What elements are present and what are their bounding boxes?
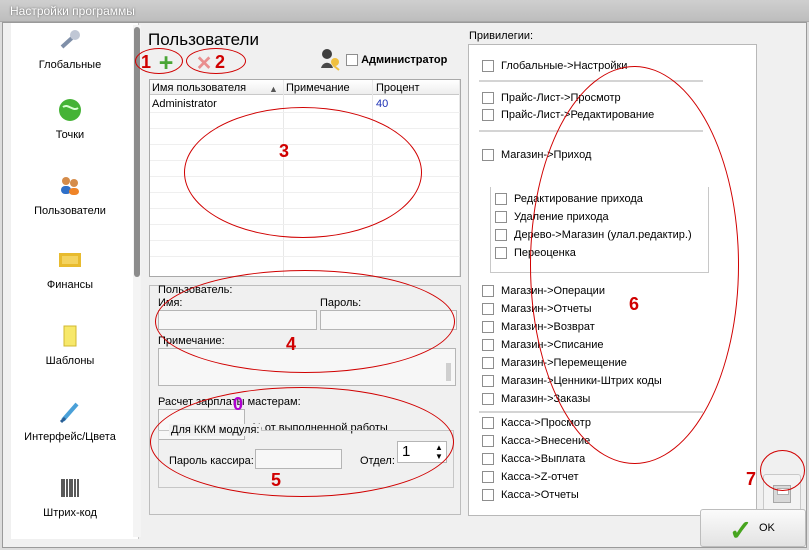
checkbox[interactable] — [482, 357, 494, 370]
globe-icon — [59, 99, 81, 121]
privilege-label: Касса->Внесение — [501, 435, 591, 447]
checkbox[interactable] — [482, 109, 494, 122]
column-header-user[interactable]: Имя пользователя — [152, 82, 246, 94]
title-bar: Настройки программы — [0, 0, 809, 22]
column-header-percent[interactable]: Процент — [376, 82, 420, 94]
sidebar-item-finance[interactable]: Финансы — [11, 247, 129, 291]
privileges-title: Привилегии: — [469, 30, 534, 42]
settings-sidebar: Глобальные Точки Пользователи Финансы Ша… — [11, 23, 141, 539]
privilege-checkbox[interactable]: Глобальные->Настройки — [482, 60, 628, 73]
cell-user-name[interactable]: Administrator — [152, 98, 217, 110]
annotation-number: 0 — [233, 394, 244, 414]
annotation-number: 4 — [286, 334, 297, 354]
checkbox[interactable] — [482, 489, 494, 502]
sidebar-item-label: Точки — [55, 129, 85, 141]
sidebar-item-label: Финансы — [46, 279, 94, 291]
checkbox[interactable] — [482, 285, 494, 298]
checkbox[interactable] — [482, 92, 494, 105]
annotation-ellipse-6 — [530, 66, 739, 464]
cell-percent[interactable]: 40 — [376, 98, 388, 110]
checkbox[interactable] — [482, 321, 494, 334]
checkbox[interactable] — [495, 211, 507, 224]
checkbox[interactable] — [482, 60, 494, 73]
annotation-ellipse-4 — [155, 270, 455, 373]
annotation-ellipse-3 — [184, 107, 422, 238]
window-title: Настройки программы — [10, 4, 135, 18]
checkbox[interactable] — [495, 229, 507, 242]
checkbox[interactable] — [482, 435, 494, 448]
barcode-icon — [61, 479, 79, 497]
note-icon — [63, 325, 77, 347]
page-title: Пользователи — [148, 30, 259, 49]
privilege-label: Глобальные->Настройки — [501, 60, 628, 72]
brush-icon — [59, 402, 79, 424]
sidebar-item-global[interactable]: Глобальные — [11, 27, 129, 71]
ok-label: OK — [759, 522, 775, 534]
admin-checkbox[interactable] — [346, 54, 358, 67]
sidebar-item-templates[interactable]: Шаблоны — [11, 323, 129, 367]
sidebar-item-users[interactable]: Пользователи — [11, 173, 129, 217]
wrench-icon — [60, 30, 80, 49]
sidebar-item-label: Глобальные — [38, 59, 102, 71]
sidebar-item-interface[interactable]: Интерфейс/Цвета — [11, 399, 129, 443]
checkbox[interactable] — [482, 453, 494, 466]
privilege-label: Касса->Выплата — [501, 453, 586, 465]
annotation-number: 1 — [141, 52, 152, 72]
privilege-label: Касса->Отчеты — [501, 489, 579, 501]
sort-arrow-icon: ▲ — [269, 84, 278, 94]
sidebar-item-barcode[interactable]: Штрих-код — [11, 475, 129, 519]
sidebar-item-label: Штрих-код — [43, 507, 97, 519]
admin-checkbox-group[interactable]: Администратор — [346, 54, 448, 67]
settings-window: Глобальные Точки Пользователи Финансы Ша… — [2, 22, 807, 548]
privilege-checkbox[interactable]: Касса->Отчеты — [482, 489, 579, 502]
checkbox[interactable] — [482, 393, 494, 406]
checkbox[interactable] — [482, 303, 494, 316]
sidebar-item-label: Шаблоны — [45, 355, 95, 367]
checkmark-icon: ✓ — [729, 515, 753, 546]
note-scrollbar[interactable] — [446, 363, 451, 381]
checkbox[interactable] — [482, 417, 494, 430]
privilege-label: Касса->Z-отчет — [501, 471, 579, 483]
annotation-number: 2 — [215, 52, 226, 72]
sidebar-item-label: Интерфейс/Цвета — [24, 431, 116, 443]
privilege-checkbox[interactable]: Касса->Z-отчет — [482, 471, 579, 484]
annotation-number: 3 — [279, 141, 290, 161]
checkbox[interactable] — [482, 339, 494, 352]
annotation-ellipse-7 — [760, 450, 805, 491]
privilege-checkbox[interactable]: Касса->Выплата — [482, 453, 586, 466]
money-icon — [59, 253, 81, 267]
annotation-number: 6 — [629, 294, 640, 314]
row-divider — [150, 240, 460, 241]
sidebar-scrollbar[interactable] — [133, 25, 141, 537]
checkbox[interactable] — [495, 193, 507, 206]
column-divider — [459, 80, 460, 276]
checkbox[interactable] — [482, 471, 494, 484]
row-divider — [150, 256, 460, 257]
checkbox[interactable] — [482, 149, 494, 162]
admin-key-icon — [321, 49, 340, 71]
table-header: Имя пользователя ▲ Примечание Процент — [150, 80, 460, 95]
sidebar-item-label: Пользователи — [34, 205, 106, 217]
sidebar-item-points[interactable]: Точки — [11, 97, 129, 141]
annotation-ellipse-5 — [150, 387, 454, 497]
checkbox[interactable] — [495, 247, 507, 260]
ok-button[interactable]: ✓ OK — [700, 509, 806, 547]
column-header-note[interactable]: Примечание — [286, 82, 350, 94]
checkbox[interactable] — [482, 375, 494, 388]
users-icon — [61, 177, 79, 195]
annotation-number: 7 — [746, 469, 757, 489]
annotation-number: 5 — [271, 470, 282, 490]
privilege-checkbox[interactable]: Касса->Внесение — [482, 435, 591, 448]
admin-label: Администратор — [361, 54, 448, 66]
